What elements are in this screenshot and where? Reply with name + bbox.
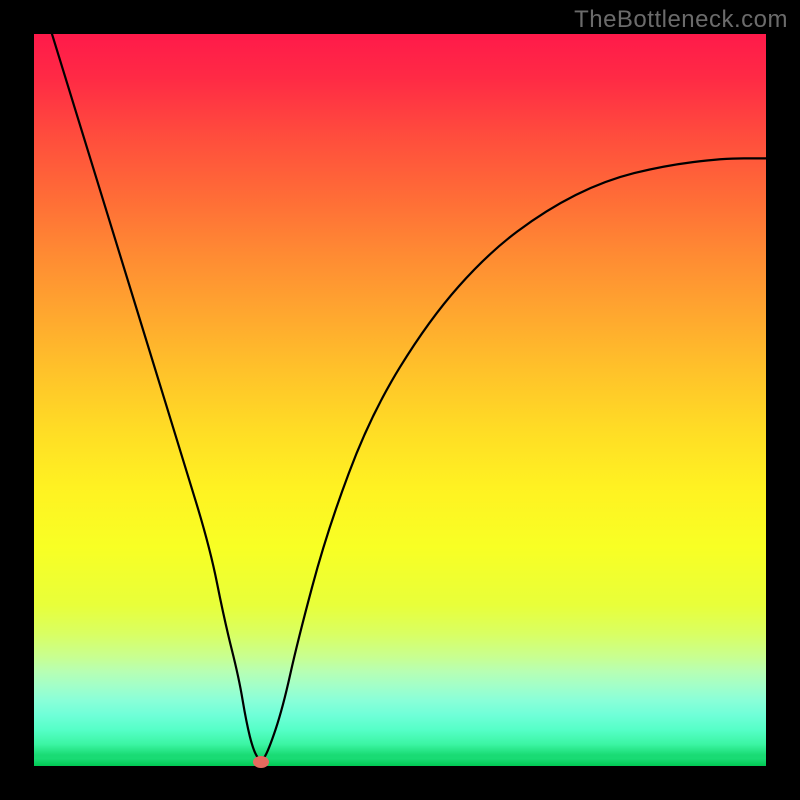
chart-frame: TheBottleneck.com xyxy=(0,0,800,800)
bottleneck-marker xyxy=(253,756,269,768)
bottleneck-curve xyxy=(34,34,766,766)
watermark-text: TheBottleneck.com xyxy=(574,6,788,34)
plot-area xyxy=(34,34,766,766)
